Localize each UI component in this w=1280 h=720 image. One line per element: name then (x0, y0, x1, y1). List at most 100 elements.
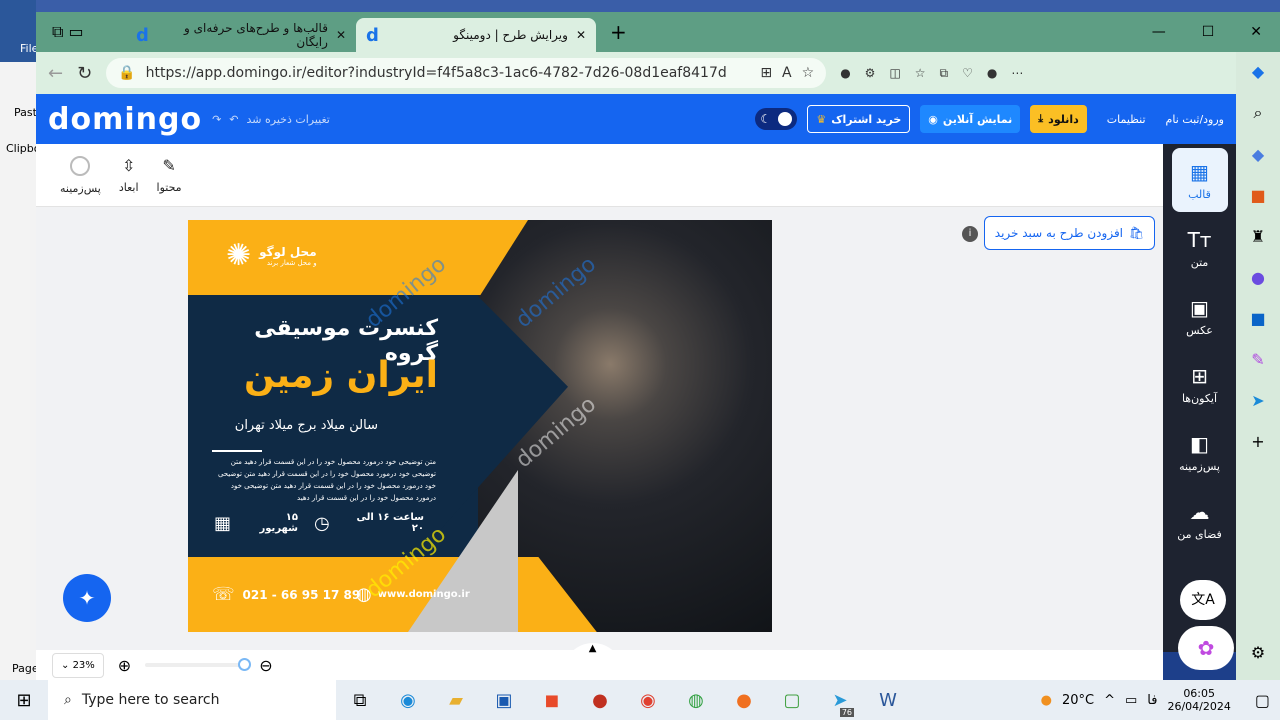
health-icon[interactable]: ♡ (962, 66, 973, 80)
edge-icon[interactable]: ◉ (384, 690, 432, 711)
psiphon-icon[interactable]: ● (576, 690, 624, 711)
telegram-icon[interactable]: ➤ 76 (816, 690, 864, 717)
domingo-favicon: d (136, 24, 149, 46)
telegram-icon[interactable]: ➤ (1251, 391, 1264, 410)
app-c-icon[interactable]: ◼ (528, 690, 576, 711)
save-status: تغییرات ذخیره شد (246, 112, 330, 126)
clock-icon: ◷ (313, 512, 330, 534)
search-icon[interactable]: ⌕ (1254, 103, 1263, 123)
minimize-icon[interactable]: — (1152, 24, 1166, 40)
add-icon[interactable]: + (1251, 432, 1264, 451)
sidebar-item-image[interactable]: ▣ عکس (1172, 284, 1228, 348)
zoom-out-icon[interactable]: ⊖ (259, 656, 272, 675)
battery-icon[interactable]: ▭ (1125, 693, 1137, 708)
clock[interactable]: 06:05 26/04/2024 (1167, 687, 1230, 713)
tool-background[interactable]: پس‌زمینه (60, 156, 101, 206)
settings-link[interactable]: تنظیمات (1097, 113, 1156, 126)
close-window-icon[interactable]: ✕ (1250, 24, 1262, 40)
page-label: Page (12, 662, 39, 675)
extensions-icon[interactable]: ⚙ (865, 66, 876, 80)
tool-label: پس‌زمینه (60, 182, 101, 195)
favorite-icon[interactable]: ☆ (802, 65, 815, 81)
taskbar-search[interactable]: ⌕ Type here to search (48, 680, 336, 720)
maximize-icon[interactable]: ☐ (1202, 24, 1215, 40)
cloud-upload-icon: ☁ (1189, 499, 1210, 524)
office-icon[interactable]: ● (1251, 268, 1265, 287)
idm-icon[interactable]: ◍ (672, 690, 720, 711)
shopping-icon[interactable]: ◆ (1252, 145, 1264, 164)
phone-icon: ☏ (212, 584, 235, 605)
refresh-icon[interactable]: ↻ (77, 63, 92, 84)
outlook-icon[interactable]: ■ (1250, 309, 1265, 328)
split-screen-icon[interactable]: ◫ (889, 66, 900, 80)
theme-toggle[interactable]: ☾ (755, 108, 798, 130)
copilot-icon[interactable]: ● (840, 66, 850, 80)
tools-icon[interactable]: ■ (1250, 186, 1265, 205)
undo-icon[interactable]: ↶ (229, 113, 238, 126)
window-controls[interactable]: — ☐ ✕ (1134, 24, 1280, 52)
profile-icon[interactable]: ● (987, 66, 997, 80)
search-placeholder: Type here to search (81, 692, 220, 708)
settings-icon[interactable]: ⚙ (1251, 643, 1265, 662)
download-button[interactable]: ⤓ دانلود (1030, 105, 1087, 133)
sidebar-item-template[interactable]: ▦ قالب (1171, 148, 1228, 212)
add-to-cart-button[interactable]: 🛍 افزودن طرح به سبد خرید (984, 216, 1155, 250)
translate-button[interactable]: 文A (1180, 580, 1226, 620)
sidebar-item-text[interactable]: Tт متن (1172, 216, 1228, 280)
language-indicator[interactable]: فا (1147, 693, 1157, 708)
cart-icon: 🛍 (1129, 226, 1145, 240)
notifications-icon[interactable]: ▢ (1255, 691, 1270, 710)
editor-toolbar: پس‌زمینه ⇳ ابعاد ✎ محتوا (36, 144, 1163, 207)
app-header: domingo تغییرات ذخیره شد ↶ ↷ ☾ ♛ خرید اشترا… (36, 94, 1236, 144)
login-link[interactable]: ورود/ثبت نام (1166, 113, 1224, 126)
collections-icon[interactable]: ⧉ (940, 66, 949, 81)
file-tab[interactable]: File (0, 0, 38, 55)
task-view-icon[interactable]: ⧉ (336, 690, 384, 711)
app-icon[interactable]: ⊞ (760, 65, 772, 81)
designer-icon[interactable]: ✎ (1251, 350, 1264, 369)
tray-chevron-icon[interactable]: ^ (1104, 693, 1115, 708)
clock-time: 06:05 (1183, 687, 1216, 700)
games-icon[interactable]: ♜ (1251, 227, 1265, 246)
windows-start-icon[interactable]: ⊞ (0, 690, 48, 711)
redo-icon[interactable]: ↷ (212, 113, 221, 126)
app-green-icon[interactable]: ▢ (768, 690, 816, 711)
tab-templates[interactable]: ✕ قالب‌ها و طرح‌های حرفه‌ای و رایگان d (126, 18, 356, 52)
subscribe-button[interactable]: ♛ خرید اشتراک (807, 105, 911, 133)
copilot-icon[interactable]: ◆ (1252, 62, 1264, 81)
firefox-icon[interactable]: ● (720, 690, 768, 711)
close-icon[interactable]: ✕ (576, 28, 586, 42)
info-icon[interactable]: i (962, 226, 978, 242)
tool-dimensions[interactable]: ⇳ ابعاد (119, 156, 139, 206)
tool-content[interactable]: ✎ محتوا (157, 156, 182, 206)
zoom-slider[interactable] (145, 658, 252, 671)
word-icon[interactable]: W (864, 690, 912, 711)
lock-icon: 🔒 (118, 65, 136, 81)
logo-subtitle: و محل شعار برند (266, 258, 317, 267)
more-icon[interactable]: ⋯ (1011, 66, 1023, 80)
sidebar-item-my-space[interactable]: ☁ فضای من (1172, 488, 1228, 552)
weather-temp[interactable]: 20°C (1062, 693, 1094, 708)
zoom-in-icon[interactable]: ⊕ (118, 656, 131, 675)
preview-button[interactable]: ◉ نمایش آنلاین (920, 105, 1021, 133)
chrome-icon[interactable]: ◉ (624, 690, 672, 711)
sidebar-item-background[interactable]: ◧ پس‌زمینه (1172, 420, 1228, 484)
file-explorer-icon[interactable]: ▰ (432, 690, 480, 711)
back-icon[interactable]: ← (48, 63, 63, 84)
store-icon[interactable]: ▣ (480, 690, 528, 711)
favorites-icon[interactable]: ☆ (915, 66, 926, 80)
tab-editor[interactable]: ✕ ویرایش طرح | دومینگو d (356, 18, 596, 52)
poster-canvas[interactable]: محل لوگو و محل شعار برند ✺ کنسرت موسیقی گ… (188, 220, 772, 632)
sidebar-item-label: قالب (1188, 187, 1211, 201)
url-field[interactable]: 🔒 https://app.domingo.ir/editor?industryI… (106, 58, 827, 88)
ai-brain-button[interactable]: ✿ (1178, 626, 1234, 670)
sidebar-item-icons[interactable]: ⊞ آیکون‌ها (1172, 352, 1228, 416)
read-aloud-icon[interactable]: A (782, 65, 792, 81)
new-tab-button[interactable]: + (596, 20, 627, 52)
magic-button[interactable]: ✦ (63, 574, 111, 622)
zoom-select[interactable]: ⌄ 23% (52, 652, 104, 678)
close-icon[interactable]: ✕ (336, 28, 346, 42)
domingo-logo[interactable]: domingo (48, 102, 202, 137)
layout-icon: ▦ (1190, 159, 1209, 184)
workspaces-icon[interactable]: ⧉ ▭ (36, 22, 126, 42)
